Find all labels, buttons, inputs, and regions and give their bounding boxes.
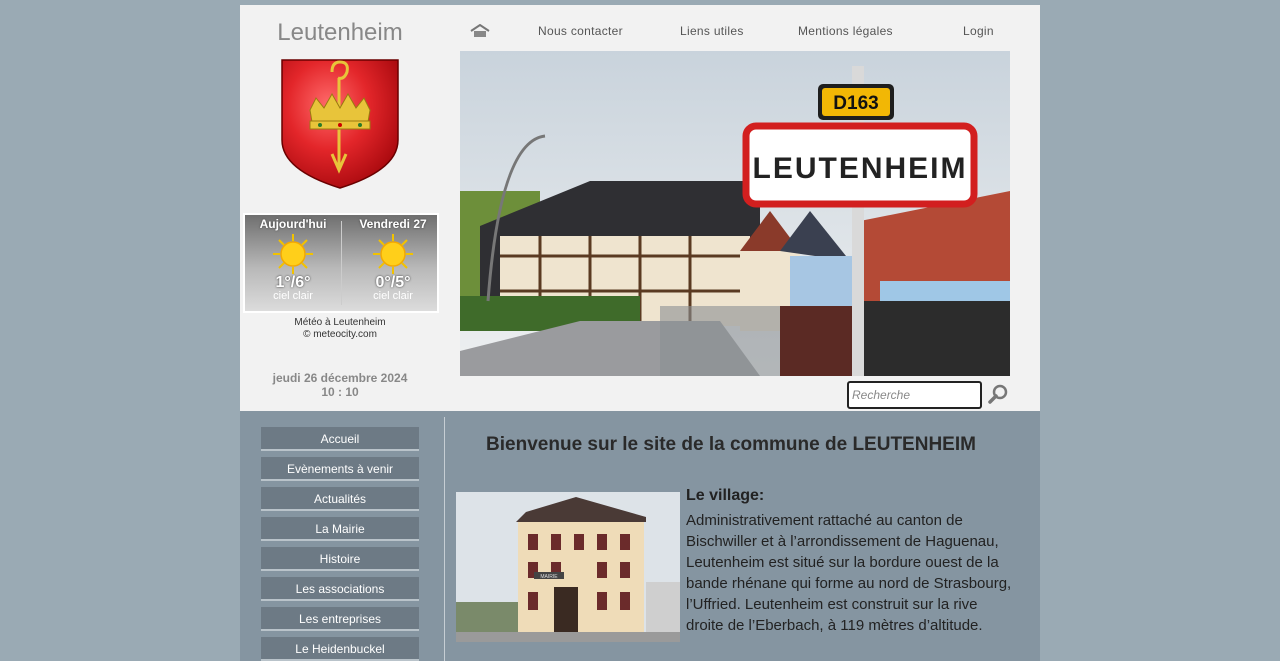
column-divider: [444, 417, 445, 661]
weather-day-tomorrow: Vendredi 27 0°/5° ciel clair: [345, 215, 441, 302]
coat-of-arms-icon: [281, 59, 399, 189]
section-heading: Le village:: [686, 487, 765, 504]
weather-divider: [341, 221, 342, 305]
sun-icon: [373, 234, 413, 274]
search-input[interactable]: [847, 381, 982, 409]
sun-icon: [273, 234, 313, 274]
weather-credit-title[interactable]: Météo à Leutenheim: [240, 317, 440, 329]
section-text: Administrativement rattaché au canton de…: [686, 512, 1012, 634]
sidebar-item-histoire[interactable]: Histoire: [261, 547, 419, 571]
sidebar-item-actualites[interactable]: Actualités: [261, 487, 419, 511]
current-date: jeudi 26 décembre 2024: [272, 371, 408, 385]
hero-photo: D163 LEUTENHEIM: [460, 51, 1010, 376]
town-sign-text: LEUTENHEIM: [753, 152, 968, 185]
nav-login-link[interactable]: Login: [963, 24, 994, 38]
weather-day-today: Aujourd'hui 1°/6° ciel clair: [245, 215, 341, 302]
weather-day-name: Vendredi 27: [359, 217, 427, 231]
weather-credit[interactable]: Météo à Leutenheim © meteocity.com: [240, 317, 440, 341]
weather-condition: ciel clair: [373, 290, 413, 302]
header: Leutenheim Aujourd'hui 1°/6° ciel clair …: [240, 5, 1040, 411]
date-time: jeudi 26 décembre 2024 10 : 10: [240, 371, 440, 399]
nav-contact-link[interactable]: Nous contacter: [538, 24, 623, 38]
route-plate-text: D163: [833, 93, 878, 114]
weather-condition: ciel clair: [273, 290, 313, 302]
home-icon[interactable]: [470, 24, 490, 38]
nav-useful-links[interactable]: Liens utiles: [680, 24, 744, 38]
nav-legal-link[interactable]: Mentions légales: [798, 24, 893, 38]
sidebar-item-accueil[interactable]: Accueil: [261, 427, 419, 451]
page-title: Bienvenue sur le site de la commune de L…: [486, 434, 976, 455]
sidebar-item-associations[interactable]: Les associations: [261, 577, 419, 601]
mairie-sign-text: MAIRIE: [540, 574, 558, 580]
sidebar-item-heidenbuckel[interactable]: Le Heidenbuckel: [261, 637, 419, 661]
sidebar-item-mairie[interactable]: La Mairie: [261, 517, 419, 541]
search-icon[interactable]: [987, 383, 1009, 405]
weather-credit-source[interactable]: © meteocity.com: [240, 329, 440, 341]
top-navigation: Nous contacter Liens utiles Mentions lég…: [460, 20, 1020, 44]
weather-temp: 1°/6°: [275, 274, 311, 291]
sidebar-item-entreprises[interactable]: Les entreprises: [261, 607, 419, 631]
weather-widget[interactable]: Aujourd'hui 1°/6° ciel clair Vendredi 27: [243, 213, 439, 313]
sidebar-item-evenements[interactable]: Evènements à venir: [261, 457, 419, 481]
page-container: Leutenheim Aujourd'hui 1°/6° ciel clair …: [240, 5, 1040, 661]
weather-day-name: Aujourd'hui: [259, 217, 327, 231]
current-time: 10 : 10: [321, 385, 359, 399]
site-title: Leutenheim: [277, 19, 403, 46]
weather-temp: 0°/5°: [375, 274, 411, 291]
town-hall-photo: MAIRIE: [456, 492, 680, 642]
sidebar-menu: Accueil Evènements à venir Actualités La…: [261, 427, 419, 661]
